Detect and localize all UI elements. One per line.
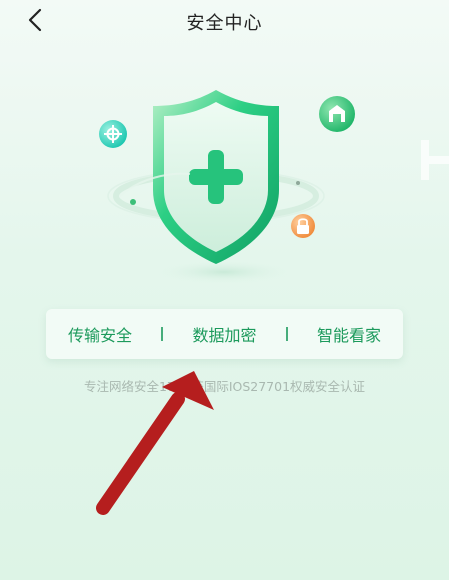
hero-illustration	[0, 50, 449, 300]
certification-text: 专注网络安全17年 获国际IOS27701权威安全认证	[83, 379, 366, 394]
feature-transmission-security[interactable]: 传输安全	[68, 322, 132, 346]
divider	[285, 327, 288, 341]
page-title: 安全中心	[186, 13, 263, 34]
feature-smart-home-watch[interactable]: 智能看家	[317, 322, 381, 346]
shield-illustration	[99, 90, 449, 284]
feature-bar: 传输安全 数据加密 智能看家	[46, 309, 403, 359]
divider	[161, 327, 164, 341]
header-bar: 安全中心	[0, 0, 449, 44]
feature-data-encryption[interactable]: 数据加密	[192, 322, 256, 346]
